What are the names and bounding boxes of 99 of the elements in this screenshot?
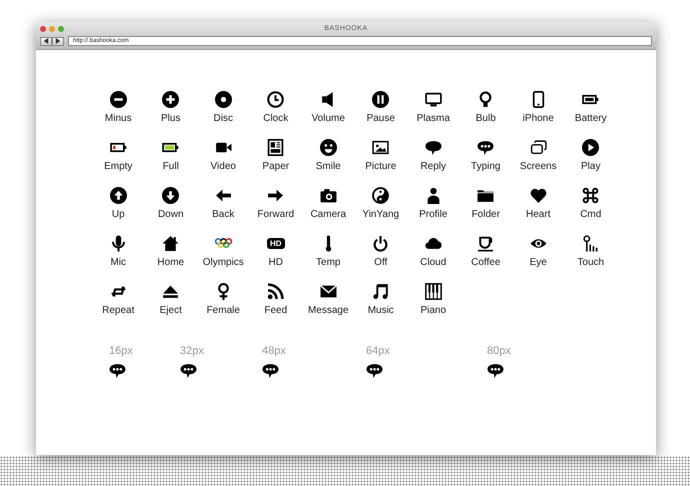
icon-label: Forward: [257, 209, 294, 221]
icon-label: Back: [212, 209, 234, 221]
icon-label: Paper: [262, 161, 290, 173]
icon-label: Full: [162, 161, 179, 173]
size-label: 48px: [262, 345, 286, 358]
right-triangle-icon: [55, 38, 61, 44]
icon-label: Repeat: [102, 305, 134, 317]
speech-bubble-icon: [109, 362, 126, 379]
icon-label: HD: [268, 257, 283, 269]
left-triangle-icon: [43, 38, 49, 44]
icon-label: iPhone: [522, 113, 554, 125]
icon-label: Clock: [263, 113, 288, 125]
icon-label: Feed: [264, 305, 288, 317]
icon-label: Folder: [472, 209, 500, 221]
icon-label: Message: [308, 305, 349, 317]
right-arrow-icon: [267, 187, 284, 204]
smiley-icon: [320, 139, 337, 156]
icon-label: Pause: [366, 113, 395, 125]
piano-keys-icon: [424, 283, 442, 300]
icon-label: Volume: [312, 113, 345, 125]
icon-label: Plus: [161, 113, 180, 125]
icon-label: Mic: [110, 257, 126, 269]
icon-label: Minus: [104, 113, 132, 125]
icon-label: Up: [112, 209, 125, 221]
size-label: 80px: [487, 345, 511, 358]
left-arrow-icon: [214, 187, 232, 204]
microphone-icon: [110, 235, 127, 252]
cloud-icon: [424, 235, 442, 252]
icon-label: Screens: [520, 161, 557, 173]
envelope-icon: [320, 283, 337, 300]
plus-icon: [162, 91, 180, 108]
monitor-icon: [424, 91, 442, 108]
clock-icon: [267, 91, 284, 108]
zoom-button[interactable]: [58, 26, 64, 32]
pause-icon: [372, 91, 390, 108]
icon-label: Smile: [316, 161, 341, 173]
picture-icon: [372, 139, 390, 156]
newspaper-icon: [267, 139, 284, 156]
icon-label: Bulb: [476, 113, 496, 125]
icon-label: Eye: [530, 257, 547, 269]
close-button[interactable]: [40, 26, 46, 32]
yin-yang-icon: [372, 187, 390, 204]
power-icon: [372, 235, 390, 252]
heart-icon: [530, 187, 547, 204]
person-icon: [424, 187, 442, 204]
icon-label: Cloud: [420, 257, 446, 269]
windows-icon: [530, 139, 547, 156]
speech-bubble-icon: [487, 362, 504, 379]
icon-label: Down: [158, 209, 184, 221]
icon-label: Battery: [574, 113, 607, 125]
speech-bubble-icon: [262, 362, 279, 379]
house-icon: [162, 235, 180, 252]
play-icon: [582, 139, 600, 156]
icon-label: Music: [368, 305, 394, 317]
icon-label: YinYang: [362, 209, 400, 221]
rss-icon: [267, 283, 284, 300]
bulb-icon: [477, 91, 494, 108]
icon-label: Home: [157, 257, 184, 269]
size-label: 32px: [180, 345, 204, 358]
icon-label: Eject: [160, 305, 182, 317]
icon-label: Profile: [419, 209, 448, 221]
icon-label: Cmd: [580, 209, 602, 221]
icon-label: Empty: [104, 161, 132, 173]
icon-label: Female: [206, 305, 240, 317]
icon-label: Coffee: [471, 257, 500, 269]
size-label: 64px: [366, 345, 390, 358]
speech-bubble-icon: [366, 362, 383, 379]
command-icon: [582, 187, 600, 204]
icon-label: Olympics: [202, 257, 244, 269]
music-note-icon: [372, 283, 390, 300]
hd-badge-icon: HD: [266, 238, 285, 249]
minimize-button[interactable]: [49, 26, 55, 32]
icon-label: Video: [210, 161, 236, 173]
icon-label: Camera: [310, 209, 346, 221]
cup-icon: [477, 235, 494, 252]
touch-icon: [582, 235, 600, 252]
repeat-icon: [110, 283, 127, 300]
camera-icon: [320, 187, 337, 204]
icon-label: Heart: [526, 209, 550, 221]
icon-label: Temp: [316, 257, 340, 269]
icon-label: Off: [374, 257, 388, 269]
speech-bubble-icon: [477, 139, 494, 156]
icon-label: Touch: [577, 257, 604, 269]
speech-bubble-icon: [424, 139, 442, 156]
back-button[interactable]: [40, 36, 52, 46]
forward-button[interactable]: [52, 36, 64, 46]
size-label: 16px: [109, 345, 133, 358]
icon-label: Disc: [214, 113, 233, 125]
icon-label: Reply: [420, 161, 446, 173]
icon-label: Picture: [365, 161, 396, 173]
folder-icon: [477, 187, 494, 204]
icon-label: Play: [581, 161, 600, 173]
speech-bubble-icon: [180, 362, 197, 379]
disc-icon: [214, 91, 232, 108]
eject-icon: [162, 283, 180, 300]
minus-icon: [110, 91, 127, 108]
icon-label: Plasma: [416, 113, 450, 125]
icon-label: Piano: [420, 305, 446, 317]
icon-label: Typing: [471, 161, 500, 173]
